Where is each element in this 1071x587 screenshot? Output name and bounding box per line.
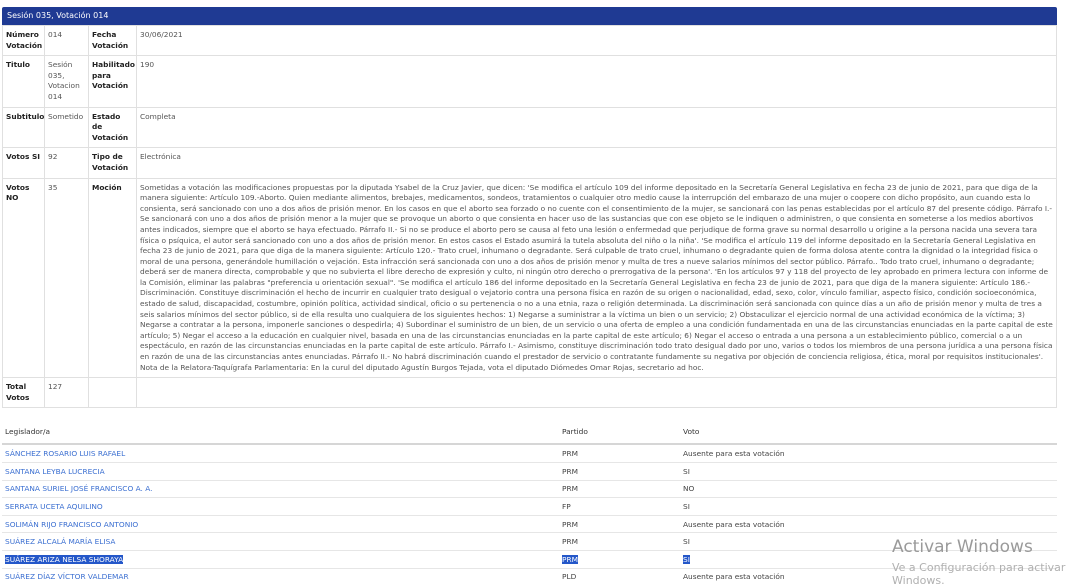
legislador-link[interactable]: SUÁREZ ALCALÁ MARÍA ELISA — [5, 537, 115, 546]
detail-row-titulo: Titulo Sesión 035, Votacion 014 Habilita… — [2, 55, 1057, 108]
mocion-value: Sometidas a votación las modificaciones … — [136, 177, 1057, 379]
panel-header: Sesión 035, Votación 014 — [2, 7, 1057, 25]
numero-label: Número Votación — [2, 24, 45, 57]
detail-row-subtitulo: Subtitulo Sometido Estado de Votación Co… — [2, 106, 1057, 149]
legislador-link[interactable]: SUÁREZ DÍAZ VÍCTOR VALDEMAR — [5, 572, 129, 581]
detail-row-total: Total Votos 127 — [2, 377, 1057, 409]
table-row: SERRATA UCETA AQUILINO FP SI — [2, 497, 1057, 516]
habilitado-label: Habilitado para Votación — [88, 55, 137, 108]
voto-cell: Ausente para esta votación — [680, 514, 1057, 533]
subtitulo-value: Sometido — [44, 106, 89, 149]
partido-cell: PRM — [559, 479, 680, 498]
total-empty-cell — [136, 377, 1057, 409]
voto-cell: NO — [680, 479, 1057, 498]
total-value: 127 — [44, 377, 89, 409]
votos-si-label: Votos SI — [2, 147, 45, 179]
titulo-value: Sesión 035, Votacion 014 — [44, 55, 89, 108]
legislador-link[interactable]: SANTANA LEYBA LUCRECIA — [5, 467, 105, 476]
partido-cell: PRM — [562, 554, 578, 564]
voto-cell: SI — [680, 497, 1057, 516]
partido-cell: PRM — [559, 443, 680, 463]
fecha-label: Fecha Votación — [88, 24, 137, 57]
tipo-value: Electrónica — [136, 147, 1057, 179]
table-row: SANTANA LEYBA LUCRECIA PRM SI — [2, 462, 1057, 481]
detail-row-votos-si: Votos SI 92 Tipo de Votación Electrónica — [2, 147, 1057, 179]
windows-activation-subtext: Ve a Configuración para activar Windows. — [892, 561, 1066, 587]
estado-label: Estado de Votación — [88, 106, 137, 149]
numero-value: 014 — [44, 24, 89, 57]
windows-activation-watermark: Activar Windows — [892, 537, 1033, 557]
total-label: Total Votos — [2, 377, 45, 409]
legislador-link[interactable]: SUÁREZ ARIZA NELSA SHORAYA — [5, 554, 124, 564]
votos-no-value: 35 — [44, 177, 89, 379]
col-legislador-header: Legislador/a — [2, 419, 559, 446]
votacion-panel: Sesión 035, Votación 014 Número Votación… — [2, 7, 1057, 586]
subtitulo-label: Subtitulo — [2, 106, 45, 149]
legislador-link[interactable]: SOLIMÁN RIJO FRANCISCO ANTONIO — [5, 520, 138, 529]
fecha-value: 30/06/2021 — [136, 24, 1057, 57]
tipo-label: Tipo de Votación — [88, 147, 137, 179]
partido-cell: FP — [559, 497, 680, 516]
panel-title: Sesión 035, Votación 014 — [7, 11, 109, 20]
partido-cell: PRM — [559, 462, 680, 481]
table-row: SÁNCHEZ ROSARIO LUIS RAFAEL PRM Ausente … — [2, 443, 1057, 463]
mocion-label: Moción — [88, 177, 137, 379]
col-partido-header: Partido — [559, 419, 680, 446]
estado-value: Completa — [136, 106, 1057, 149]
total-empty-cell — [88, 377, 137, 409]
selected-text: SUÁREZ ARIZA NELSA SHORAYA — [5, 554, 124, 564]
titulo-label: Titulo — [2, 55, 45, 108]
partido-cell: PRM — [559, 532, 680, 551]
legislador-link[interactable]: SERRATA UCETA AQUILINO — [5, 502, 103, 511]
votos-si-value: 92 — [44, 147, 89, 179]
detail-row-numero: Número Votación 014 Fecha Votación 30/06… — [2, 24, 1057, 57]
col-voto-header: Voto — [680, 419, 1057, 446]
partido-cell: PLD — [559, 567, 680, 586]
voto-cell: SI — [683, 554, 690, 564]
table-row: SOLIMÁN RIJO FRANCISCO ANTONIO PRM Ausen… — [2, 514, 1057, 533]
voto-cell: Ausente para esta votación — [680, 443, 1057, 463]
legisladores-header-row: Legislador/a Partido Voto — [2, 419, 1057, 446]
voto-cell: SI — [680, 462, 1057, 481]
legislador-link[interactable]: SÁNCHEZ ROSARIO LUIS RAFAEL — [5, 449, 125, 458]
detail-row-votos-no: Votos NO 35 Moción Sometidas a votación … — [2, 177, 1057, 379]
votos-no-label: Votos NO — [2, 177, 45, 379]
table-row: SANTANA SURIEL JOSÉ FRANCISCO A. A. PRM … — [2, 479, 1057, 498]
legislador-link[interactable]: SANTANA SURIEL JOSÉ FRANCISCO A. A. — [5, 484, 153, 493]
detail-table: Número Votación 014 Fecha Votación 30/06… — [2, 24, 1057, 409]
partido-cell: PRM — [559, 514, 680, 533]
habilitado-value: 190 — [136, 55, 1057, 108]
